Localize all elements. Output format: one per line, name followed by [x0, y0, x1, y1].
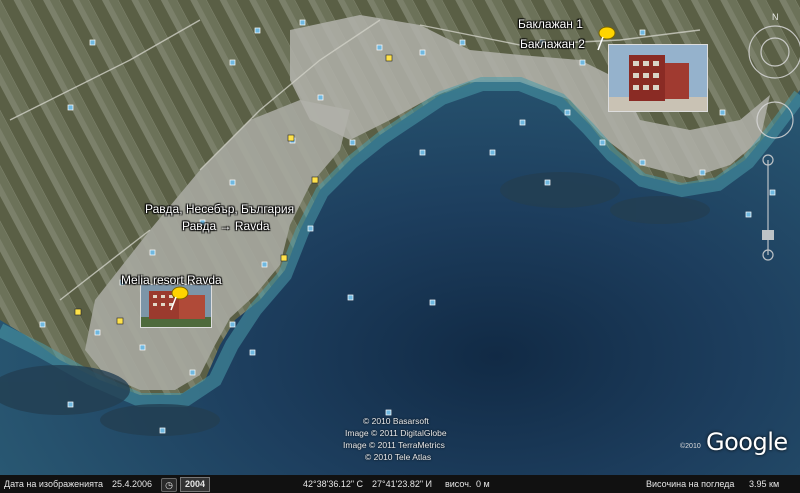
longitude-readout: 27°41'23.82" И: [372, 479, 433, 489]
google-logo: Google: [706, 428, 788, 456]
place-label-ravda[interactable]: Равда → Ravda: [182, 219, 270, 233]
altitude-label: височ.: [445, 479, 472, 489]
imagery-date-value: 25.4.2006: [112, 479, 153, 489]
copyright-terrametrics: Image © 2011 TerraMetrics: [343, 440, 445, 450]
place-label-ravda-full[interactable]: Равда, Несебър, България: [145, 202, 294, 216]
latitude-readout: 42°38'36.12" С: [303, 479, 364, 489]
logo-year: ©2010: [680, 443, 701, 450]
placemark-label-baklazhan-2[interactable]: Баклажан 2: [520, 37, 585, 51]
historical-imagery-button[interactable]: 2004: [180, 477, 211, 492]
history-clock-icon[interactable]: ◷: [161, 478, 177, 492]
eye-altitude-value: 3.95 км: [749, 479, 780, 489]
pushpin-icon-baklazhan[interactable]: [593, 24, 619, 52]
building-photo: [609, 45, 707, 111]
hotel-photo-baklazhan[interactable]: [608, 44, 708, 112]
copyright-teleatlas: © 2010 Tele Atlas: [365, 452, 432, 462]
map-viewport[interactable]: N Баклажан 1 Баклажан 2 Равда, Несебър, …: [0, 0, 800, 493]
altitude-value: 0 м: [476, 479, 490, 489]
pushpin-icon-melia[interactable]: [166, 284, 192, 312]
svg-text:N: N: [772, 12, 779, 22]
eye-altitude-label: Височина на погледа: [646, 479, 735, 489]
copyright-basarsoft: © 2010 Basarsoft: [363, 416, 429, 426]
placemark-label-melia[interactable]: Melia resort Ravda: [121, 273, 222, 287]
copyright-digitalglobe: Image © 2011 DigitalGlobe: [345, 428, 447, 438]
imagery-date-label: Дата на изображенията: [4, 479, 104, 489]
status-bar: Дата на изображенията 25.4.2006 ◷ 2004 4…: [0, 475, 800, 493]
placemark-label-baklazhan-1[interactable]: Баклажан 1: [518, 17, 583, 31]
